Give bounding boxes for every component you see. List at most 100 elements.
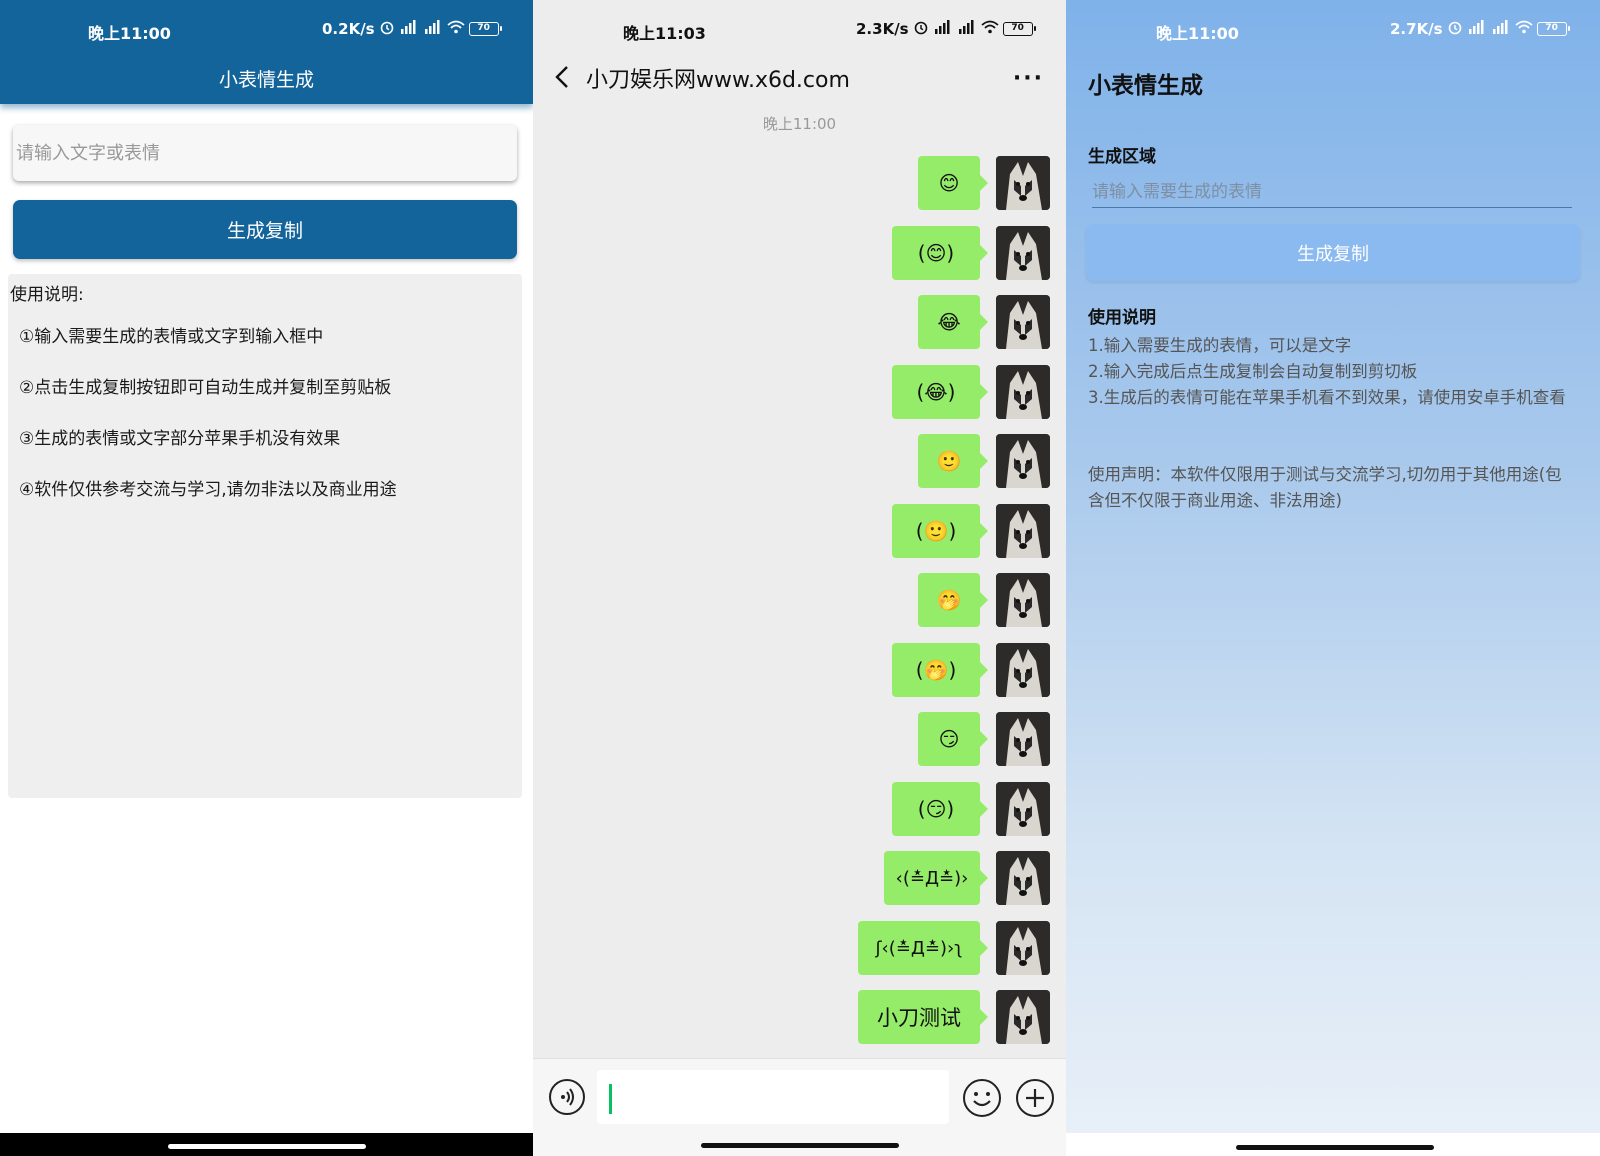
signal-icon [399,20,419,38]
chat-message[interactable]: (😊) [884,226,1050,282]
chat-message[interactable]: (🙂) [884,504,1050,560]
message-bubble[interactable]: (😂) [892,365,988,419]
chat-message[interactable]: (😂) [884,365,1050,421]
chat-message[interactable]: (🤭) [884,643,1050,699]
avatar[interactable] [996,365,1050,419]
husky-avatar-icon [996,573,1050,627]
status-time: 晚上11:03 [623,24,706,43]
instruction-item: ①输入需要生成的表情或文字到输入框中 [19,327,324,347]
generate-copy-button[interactable]: 生成复制 [13,200,517,259]
chat-message[interactable]: ‹(≛Д≛)› [876,851,1050,907]
message-bubble[interactable]: (🤭) [892,643,988,697]
message-bubble[interactable]: 😊 [918,156,988,210]
instruction-item: 1.输入需要生成的表情，可以是文字 [1088,336,1352,355]
wifi-icon [1515,20,1533,38]
avatar[interactable] [996,782,1050,836]
message-bubble[interactable]: 😏 [918,712,988,766]
app-screen-material: 晚上11:00 0.2K/s 70 小表情生成 请输入文字或表情 生成复制 使用… [0,0,533,1156]
status-indicators: 2.3K/s 70 [856,19,1036,39]
home-indicator[interactable] [701,1143,899,1148]
home-indicator[interactable] [168,1144,366,1149]
plus-icon[interactable] [1016,1079,1054,1117]
message-bubble[interactable]: ʃ‹(≛Д≛)›ʅ [858,921,988,975]
message-bubble[interactable]: 😂 [918,295,988,349]
home-indicator[interactable] [1236,1145,1434,1150]
husky-avatar-icon [996,851,1050,905]
more-options-button[interactable]: ··· [1013,66,1044,91]
instruction-item: ②点击生成复制按钮即可自动生成并复制至剪贴板 [19,378,392,398]
instruction-item: ④软件仅供参考交流与学习,请勿非法以及商业用途 [19,480,397,500]
avatar[interactable] [996,156,1050,210]
status-indicators: 0.2K/s 70 [322,19,502,39]
chat-message[interactable]: 😏 [910,712,1050,768]
screenshot-composite: 晚上11:00 0.2K/s 70 小表情生成 请输入文字或表情 生成复制 使用… [0,0,1600,1156]
battery-icon: 70 [468,22,502,36]
instructions-title: 使用说明 [1088,308,1156,328]
avatar[interactable] [996,226,1050,280]
chat-input-bar [533,1058,1066,1156]
message-bubble[interactable]: (😏) [892,782,988,836]
chat-message[interactable]: 🤭 [910,573,1050,629]
status-time: 晚上11:00 [88,24,171,43]
emoji-input-container[interactable] [13,125,517,181]
message-bubble[interactable]: (🙂) [892,504,988,558]
husky-avatar-icon [996,782,1050,836]
message-bubble[interactable]: 🙂 [918,434,988,488]
disclaimer-text: 使用声明：本软件仅限用于测试与交流学习,切勿用于其他用途(包含但不仅限于商业用途… [1088,465,1562,510]
status-bar: 晚上11:00 0.2K/s 70 [0,0,533,60]
avatar[interactable] [996,573,1050,627]
emoji-picker-icon[interactable] [963,1079,1001,1117]
instruction-item: 2.输入完成后点生成复制会自动复制到剪切板 [1088,362,1418,381]
network-speed: 2.3K/s [856,20,909,38]
chat-screen: 晚上11:03 2.3K/s 70 小刀娱乐网www.x6d.com ··· 晚… [533,0,1066,1156]
avatar[interactable] [996,851,1050,905]
message-bubble[interactable]: (😊) [892,226,988,280]
husky-avatar-icon [996,990,1050,1044]
chat-message[interactable]: 😂 [910,295,1050,351]
signal-icon [1467,20,1487,38]
husky-avatar-icon [996,156,1050,210]
signal-icon-2 [1491,20,1511,38]
emoji-input[interactable] [13,125,517,181]
network-speed: 2.7K/s [1390,20,1443,38]
chat-message[interactable]: ʃ‹(≛Д≛)›ʅ [850,921,1050,977]
husky-avatar-icon [996,712,1050,766]
message-text-input[interactable] [597,1070,949,1124]
battery-icon: 70 [1536,22,1570,36]
avatar[interactable] [996,434,1050,488]
avatar[interactable] [996,921,1050,975]
avatar[interactable] [996,990,1050,1044]
husky-avatar-icon [996,365,1050,419]
avatar[interactable] [996,295,1050,349]
chat-message[interactable]: 😊 [910,156,1050,212]
husky-avatar-icon [996,226,1050,280]
app-screen-light: 晚上11:00 2.7K/s 70 小表情生成 生成区域 生成复制 使用说明 1… [1066,0,1600,1156]
chat-title: 小刀娱乐网www.x6d.com [586,68,850,93]
instructions-card: 使用说明: ①输入需要生成的表情或文字到输入框中 ②点击生成复制按钮即可自动生成… [8,274,522,798]
emoji-input[interactable] [1092,176,1572,208]
network-speed: 0.2K/s [322,20,375,38]
instruction-item: ③生成的表情或文字部分苹果手机没有效果 [19,429,341,449]
husky-avatar-icon [996,434,1050,488]
chat-timestamp: 晚上11:00 [762,115,837,133]
avatar[interactable] [996,643,1050,697]
message-bubble[interactable]: 小刀测试 [858,990,988,1044]
avatar[interactable] [996,712,1050,766]
chat-message[interactable]: 🙂 [910,434,1050,490]
battery-icon: 70 [1002,22,1036,36]
generate-copy-button[interactable]: 生成复制 [1086,224,1580,281]
chat-message[interactable]: 小刀测试 [850,990,1050,1046]
chat-message[interactable]: (😏) [884,782,1050,838]
alarm-icon [379,19,395,39]
husky-avatar-icon [996,643,1050,697]
instructions-title: 使用说明: [10,285,84,305]
alarm-icon [1447,19,1463,39]
alarm-icon [913,19,929,39]
back-arrow-icon[interactable] [551,62,573,92]
generate-area-label: 生成区域 [1088,147,1156,167]
voice-input-icon[interactable] [549,1079,585,1115]
nav-bar [0,1133,533,1156]
avatar[interactable] [996,504,1050,558]
message-bubble[interactable]: 🤭 [918,573,988,627]
message-bubble[interactable]: ‹(≛Д≛)› [884,851,988,905]
